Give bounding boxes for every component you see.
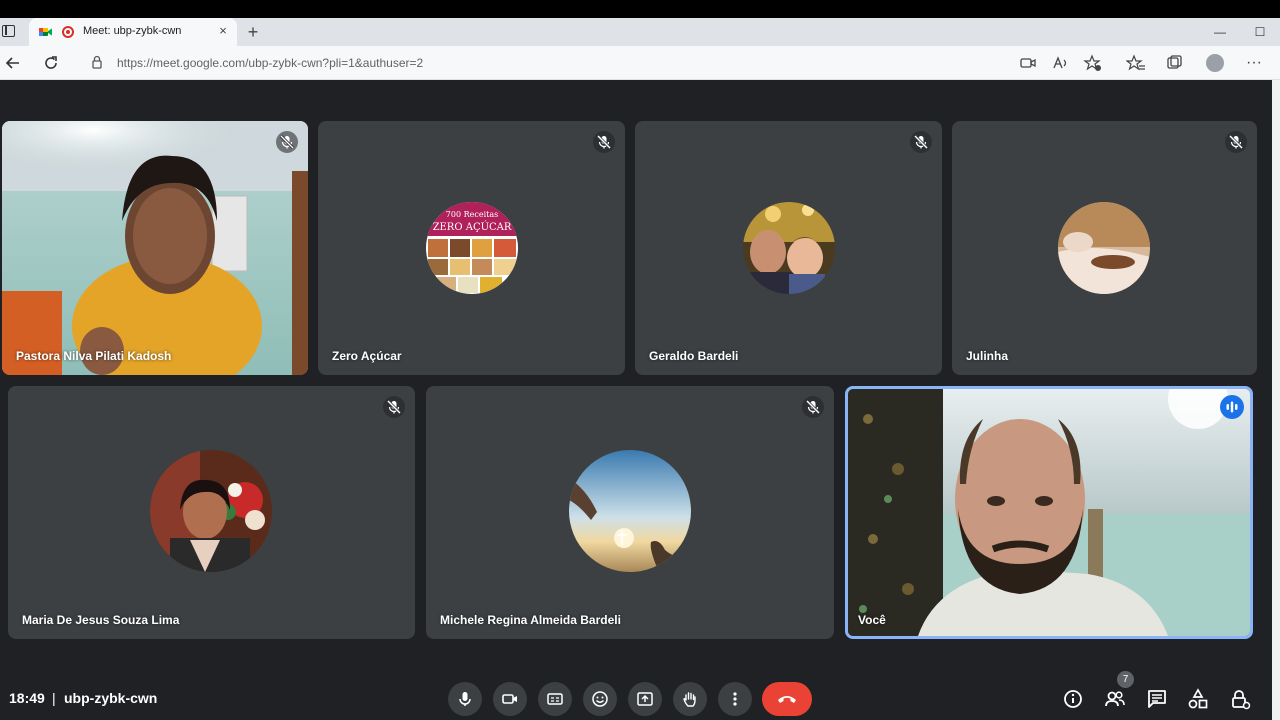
meeting-code: ubp-zybk-cwn (64, 690, 158, 706)
back-arrow-icon[interactable] (2, 53, 24, 73)
participant-avatar: 700 Receitas ZERO AÇÚCAR (426, 202, 518, 294)
participant-video (2, 121, 308, 375)
participant-tile-self[interactable]: Você (845, 386, 1253, 639)
mic-muted-icon (383, 396, 405, 418)
screen-top-bar (0, 0, 1280, 18)
participant-tile[interactable]: Pastora Nilva Pilati Kadosh (2, 121, 308, 375)
activities-icon[interactable] (1186, 687, 1210, 711)
meeting-details-icon[interactable] (1061, 687, 1085, 711)
present-icon (637, 692, 653, 706)
mic-muted-icon (1225, 131, 1247, 153)
participant-name: Você (858, 613, 886, 627)
refresh-icon[interactable] (40, 53, 62, 73)
more-menu-icon[interactable]: ··· (1244, 53, 1264, 73)
participant-name: Julinha (966, 349, 1009, 363)
minimize-button[interactable]: — (1210, 22, 1230, 42)
participant-avatar (569, 450, 691, 572)
hang-up-icon (778, 696, 796, 703)
lock-icon[interactable] (92, 55, 102, 69)
meeting-info-separator: | (52, 690, 56, 706)
mic-muted-icon (276, 131, 298, 153)
mic-muted-icon (910, 131, 932, 153)
tab-title: Meet: ubp-zybk-cwn (83, 25, 182, 37)
participant-name: Maria De Jesus Souza Lima (22, 613, 180, 627)
page-scrollbar[interactable] (1272, 80, 1280, 720)
new-tab-button[interactable]: + (244, 21, 262, 43)
participant-name: Michele Regina Almeida Bardeli (440, 613, 621, 627)
self-video (848, 389, 1250, 636)
tab-strip: Meet: ubp-zybk-cwn × + — ☐ (0, 18, 1280, 46)
leave-call-button[interactable] (762, 682, 812, 716)
participant-name: Geraldo Bardeli (649, 349, 739, 363)
participant-tile[interactable]: Maria De Jesus Souza Lima (8, 386, 415, 639)
avatar-text-bottom: ZERO AÇÚCAR (433, 221, 512, 233)
meeting-controls: 18:49 | ubp-zybk-cwn 7 (0, 671, 1272, 720)
camera-permission-icon[interactable] (1018, 53, 1038, 73)
tab-actions-icon[interactable] (2, 25, 15, 37)
favorite-add-icon[interactable] (1083, 53, 1103, 73)
microphone-icon (459, 692, 471, 706)
speaking-indicator-icon (1220, 395, 1244, 419)
captions-icon (547, 693, 563, 705)
raise-hand-button[interactable] (673, 682, 707, 716)
emoji-icon (592, 691, 608, 707)
participant-tile[interactable]: Michele Regina Almeida Bardeli (426, 386, 834, 639)
url-text[interactable]: https://meet.google.com/ubp-zybk-cwn?pli… (117, 56, 423, 70)
participant-tile[interactable]: Geraldo Bardeli (635, 121, 942, 375)
participant-count-badge: 7 (1117, 671, 1134, 688)
camera-icon (502, 694, 517, 704)
participant-name: Zero Açúcar (332, 349, 402, 363)
recording-indicator-icon (62, 26, 74, 38)
more-vertical-icon (733, 692, 737, 706)
read-aloud-icon[interactable] (1051, 53, 1071, 73)
tab-close-icon[interactable]: × (215, 22, 231, 40)
meeting-clock: 18:49 (9, 690, 45, 706)
participant-tile[interactable]: Julinha (952, 121, 1257, 375)
camera-button[interactable] (493, 682, 527, 716)
participant-tile[interactable]: 700 Receitas ZERO AÇÚCAR Zero Açúcar (318, 121, 625, 375)
participant-avatar (150, 450, 272, 572)
captions-button[interactable] (538, 682, 572, 716)
microphone-button[interactable] (448, 682, 482, 716)
meeting-stage: Pastora Nilva Pilati Kadosh 700 Receitas… (0, 80, 1272, 720)
reactions-button[interactable] (583, 682, 617, 716)
host-controls-icon[interactable] (1228, 687, 1252, 711)
mic-muted-icon (593, 131, 615, 153)
profile-avatar[interactable] (1206, 54, 1224, 72)
participant-avatar (743, 202, 835, 294)
meet-favicon-icon (39, 28, 52, 36)
tab-meet[interactable]: Meet: ubp-zybk-cwn × (29, 18, 237, 46)
collections-icon[interactable] (1165, 53, 1185, 73)
maximize-button[interactable]: ☐ (1250, 22, 1270, 42)
participant-avatar (1058, 202, 1150, 294)
browser-toolbar: https://meet.google.com/ubp-zybk-cwn?pli… (0, 46, 1280, 80)
avatar-text-top: 700 Receitas (446, 210, 498, 219)
more-options-button[interactable] (718, 682, 752, 716)
mic-muted-icon (802, 396, 824, 418)
hand-icon (683, 692, 696, 707)
chat-icon[interactable] (1145, 687, 1169, 711)
favorites-icon[interactable] (1126, 53, 1146, 73)
present-screen-button[interactable] (628, 682, 662, 716)
participant-name: Pastora Nilva Pilati Kadosh (16, 349, 172, 363)
people-icon[interactable] (1103, 687, 1127, 711)
